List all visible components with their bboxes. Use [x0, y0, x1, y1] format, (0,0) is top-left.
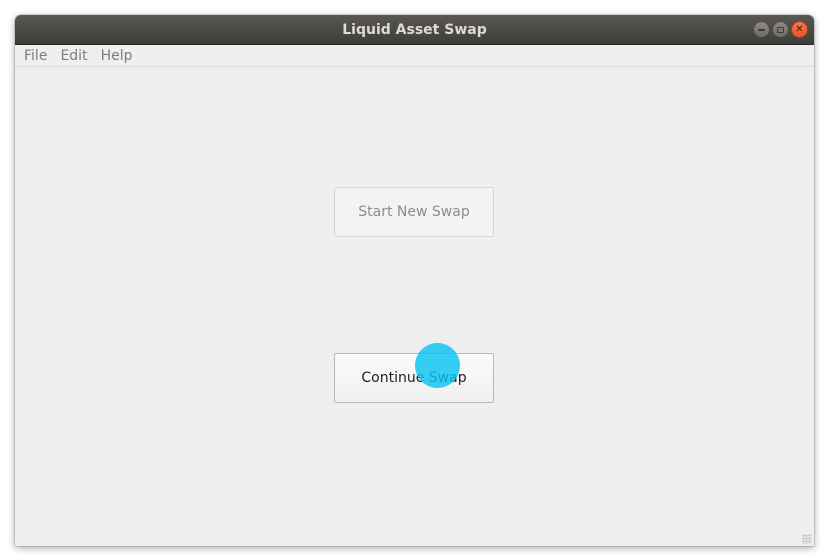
window-title: Liquid Asset Swap: [342, 22, 487, 38]
maximize-icon: [777, 26, 784, 33]
resize-grip-icon[interactable]: [802, 534, 812, 544]
menu-bar: File Edit Help: [15, 45, 814, 67]
minimize-icon: [758, 28, 765, 31]
minimize-button[interactable]: [753, 21, 770, 38]
maximize-button[interactable]: [772, 21, 789, 38]
close-button[interactable]: ✕: [791, 21, 808, 38]
title-bar[interactable]: Liquid Asset Swap ✕: [15, 15, 814, 45]
touch-indicator: [415, 343, 460, 388]
window-controls: ✕: [753, 21, 808, 38]
menu-edit[interactable]: Edit: [60, 45, 87, 67]
continue-swap-button[interactable]: Continue Swap: [334, 353, 494, 403]
start-new-swap-button[interactable]: Start New Swap: [334, 187, 494, 237]
menu-file[interactable]: File: [24, 45, 47, 67]
app-window: Liquid Asset Swap ✕ File Edit Help Start…: [15, 15, 814, 546]
close-icon: ✕: [795, 23, 804, 35]
menu-help[interactable]: Help: [101, 45, 133, 67]
